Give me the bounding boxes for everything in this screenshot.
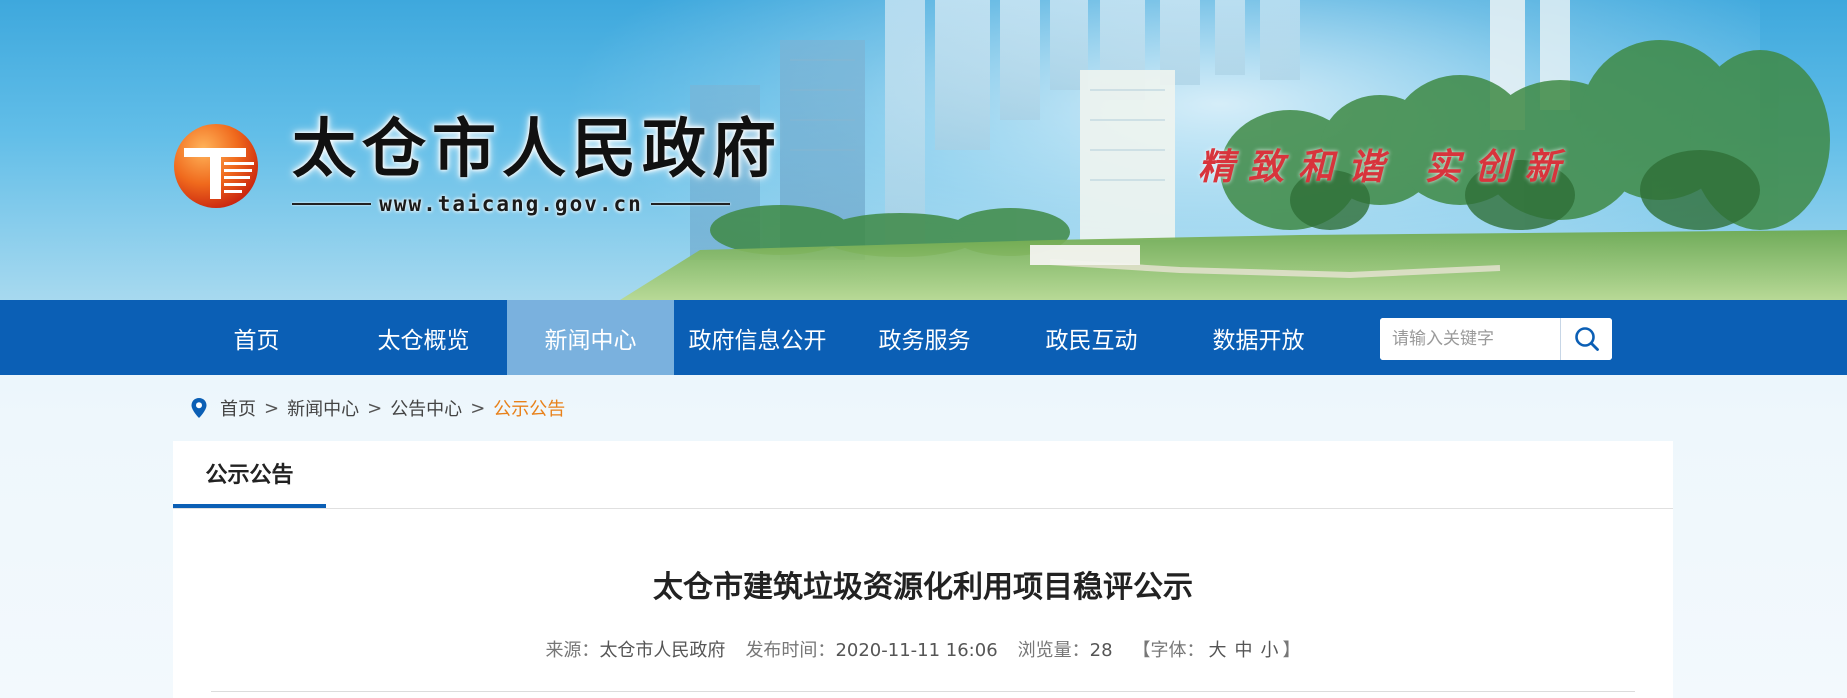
logo-emblem-icon[interactable] bbox=[172, 122, 260, 210]
meta-source-value: 太仓市人民政府 bbox=[599, 640, 726, 661]
site-url-row: www.taicang.gov.cn bbox=[292, 192, 731, 216]
page: 太仓市人民政府 www.taicang.gov.cn 精致和谐 实创新 首页 太… bbox=[0, 0, 1847, 698]
article-meta: 来源：太仓市人民政府 发布时间：2020-11-11 16:06 浏览量：28 … bbox=[173, 636, 1673, 662]
url-divider bbox=[650, 203, 731, 205]
font-size-small[interactable]: 小 bbox=[1261, 640, 1279, 661]
breadcrumb-home[interactable]: 首页 bbox=[220, 395, 256, 421]
header-banner: 太仓市人民政府 www.taicang.gov.cn 精致和谐 实创新 bbox=[0, 0, 1847, 300]
meta-source: 来源：太仓市人民政府 bbox=[545, 636, 725, 662]
meta-views: 浏览量：28 bbox=[1018, 636, 1113, 662]
breadcrumb-separator: > bbox=[264, 397, 280, 419]
search-box bbox=[1380, 318, 1612, 360]
nav-item-overview[interactable]: 太仓概览 bbox=[340, 300, 507, 375]
breadcrumb-separator: > bbox=[470, 397, 486, 419]
breadcrumb-separator: > bbox=[367, 397, 383, 419]
nav-item-news[interactable]: 新闻中心 bbox=[507, 300, 674, 375]
search-button[interactable] bbox=[1560, 318, 1612, 360]
meta-publish-value: 2020-11-11 16:06 bbox=[835, 640, 998, 661]
search-icon bbox=[1574, 327, 1599, 351]
nav-item-interaction[interactable]: 政民互动 bbox=[1008, 300, 1175, 375]
font-size-controls: 【字体：大中小】 bbox=[1133, 636, 1301, 662]
breadcrumb-announcements[interactable]: 公告中心 bbox=[390, 395, 462, 421]
font-size-close: 】 bbox=[1282, 640, 1301, 661]
content-divider bbox=[211, 691, 1635, 692]
content-card: 公示公告 太仓市建筑垃圾资源化利用项目稳评公示 来源：太仓市人民政府 发布时间：… bbox=[173, 441, 1673, 698]
meta-views-label: 浏览量： bbox=[1017, 640, 1090, 661]
nav-item-open-data[interactable]: 数据开放 bbox=[1175, 300, 1342, 375]
nav-items: 首页 太仓概览 新闻中心 政府信息公开 政务服务 政民互动 数据开放 bbox=[173, 300, 1342, 375]
meta-publish-time: 发布时间：2020-11-11 16:06 bbox=[745, 636, 997, 662]
article-title: 太仓市建筑垃圾资源化利用项目稳评公示 bbox=[653, 570, 1193, 605]
banner-slogan: 精致和谐 实创新 bbox=[1198, 146, 1575, 188]
breadcrumb-news[interactable]: 新闻中心 bbox=[287, 395, 359, 421]
font-size-medium[interactable]: 中 bbox=[1235, 640, 1253, 661]
location-pin-icon bbox=[191, 398, 207, 418]
search-input[interactable] bbox=[1380, 318, 1560, 360]
meta-views-value: 28 bbox=[1089, 640, 1113, 661]
nav-item-gov-info[interactable]: 政府信息公开 bbox=[674, 300, 841, 375]
font-size-label: 【字体： bbox=[1132, 640, 1205, 661]
site-url: www.taicang.gov.cn bbox=[379, 192, 643, 216]
breadcrumb-current[interactable]: 公示公告 bbox=[493, 395, 565, 421]
section-tabbar: 公示公告 bbox=[173, 441, 1673, 509]
nav-item-home[interactable]: 首页 bbox=[173, 300, 340, 375]
tab-public-notices[interactable]: 公示公告 bbox=[173, 441, 326, 508]
meta-source-label: 来源： bbox=[545, 640, 600, 661]
nav-item-services[interactable]: 政务服务 bbox=[841, 300, 1008, 375]
meta-publish-label: 发布时间： bbox=[745, 640, 836, 661]
url-divider bbox=[292, 203, 372, 205]
font-size-large[interactable]: 大 bbox=[1209, 640, 1227, 661]
site-title[interactable]: 太仓市人民政府 bbox=[292, 118, 782, 182]
breadcrumb: 首页 > 新闻中心 > 公告中心 > 公示公告 bbox=[190, 395, 565, 421]
